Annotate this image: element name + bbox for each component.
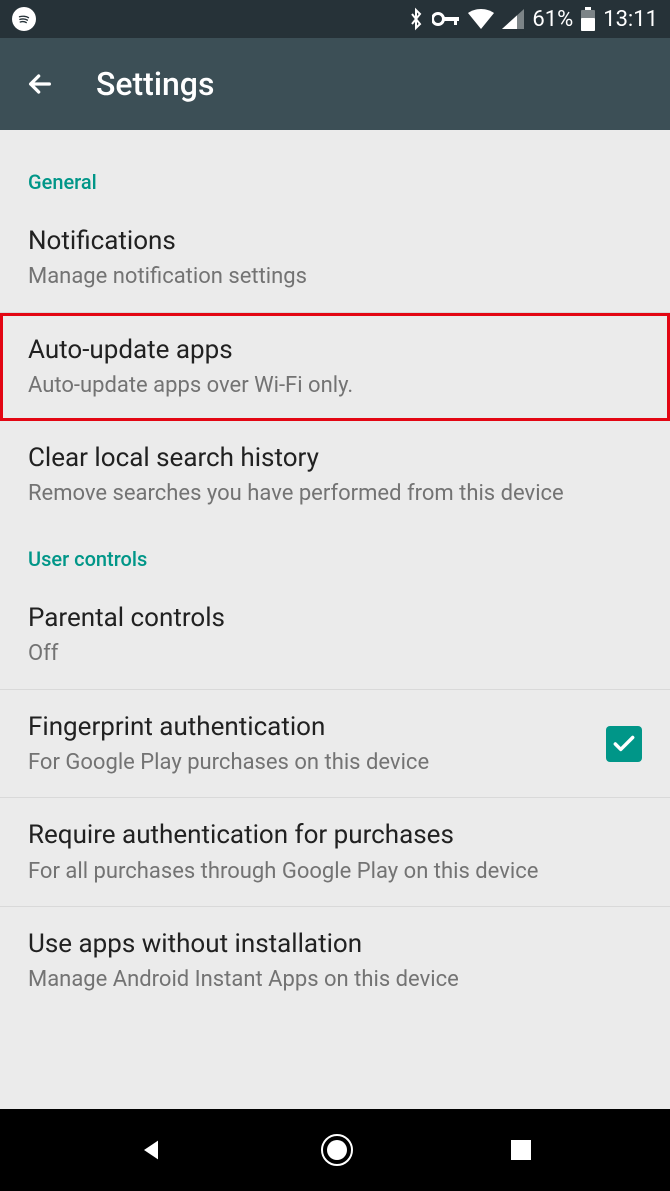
item-sub: For Google Play purchases on this device <box>28 749 586 778</box>
item-title: Require authentication for purchases <box>28 818 642 853</box>
item-clear-search-history[interactable]: Clear local search history Remove search… <box>0 421 670 529</box>
vpn-key-icon <box>432 10 460 28</box>
item-title: Use apps without installation <box>28 927 642 962</box>
checkbox-checked-icon[interactable] <box>606 726 642 762</box>
nav-recent-icon[interactable] <box>509 1138 533 1162</box>
item-notifications[interactable]: Notifications Manage notification settin… <box>0 204 670 313</box>
item-title: Parental controls <box>28 601 642 636</box>
spotify-icon <box>12 7 36 31</box>
battery-icon <box>581 7 595 31</box>
item-sub: Remove searches you have performed from … <box>28 480 642 509</box>
item-title: Auto-update apps <box>28 333 642 368</box>
section-header-general: General <box>0 152 670 204</box>
wifi-icon <box>468 9 494 29</box>
item-auto-update-apps[interactable]: Auto-update apps Auto-update apps over W… <box>0 313 670 422</box>
item-sub: For all purchases through Google Play on… <box>28 858 642 887</box>
item-sub: Manage notification settings <box>28 263 642 292</box>
settings-content: General Notifications Manage notificatio… <box>0 130 670 1015</box>
item-sub: Auto-update apps over Wi-Fi only. <box>28 372 642 401</box>
section-header-user-controls: User controls <box>0 529 670 581</box>
item-title: Notifications <box>28 224 642 259</box>
battery-percent: 61% <box>532 7 573 32</box>
navigation-bar <box>0 1109 670 1191</box>
item-instant-apps[interactable]: Use apps without installation Manage And… <box>0 907 670 1015</box>
page-title: Settings <box>96 65 214 103</box>
item-sub: Manage Android Instant Apps on this devi… <box>28 966 642 995</box>
item-sub: Off <box>28 640 642 669</box>
back-arrow-icon[interactable] <box>24 68 56 100</box>
clock: 13:11 <box>603 7 658 32</box>
item-require-auth-purchases[interactable]: Require authentication for purchases For… <box>0 798 670 907</box>
app-bar: Settings <box>0 38 670 130</box>
item-parental-controls[interactable]: Parental controls Off <box>0 581 670 690</box>
item-title: Clear local search history <box>28 441 642 476</box>
signal-icon <box>502 9 524 29</box>
bluetooth-icon <box>408 7 424 31</box>
nav-back-icon[interactable] <box>137 1136 165 1164</box>
item-fingerprint-auth[interactable]: Fingerprint authentication For Google Pl… <box>0 690 670 799</box>
status-bar: 61% 13:11 <box>0 0 670 38</box>
nav-home-icon[interactable] <box>320 1133 354 1167</box>
item-title: Fingerprint authentication <box>28 710 586 745</box>
